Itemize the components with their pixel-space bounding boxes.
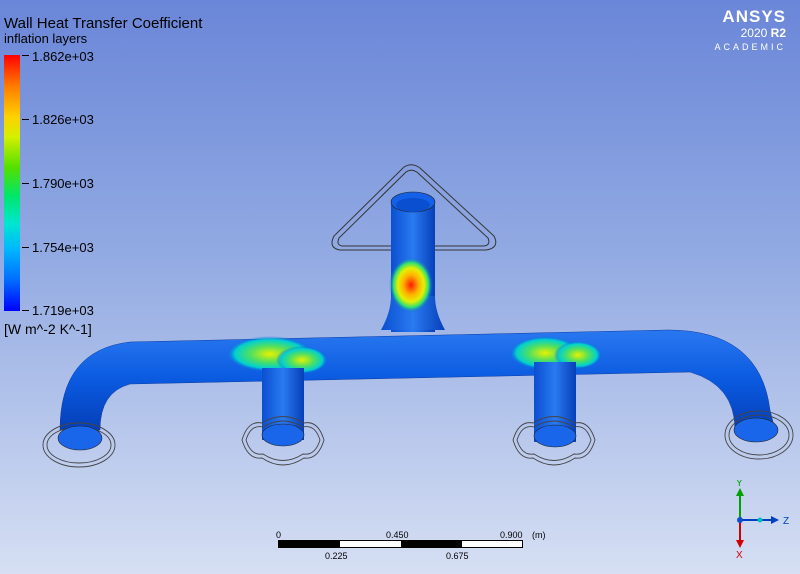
scale-label-0: 0 <box>276 530 282 540</box>
legend-value-min: 1.719e+03 <box>32 303 94 318</box>
legend-tick <box>22 119 29 120</box>
manifold-model[interactable] <box>0 0 800 574</box>
z-axis-arrow <box>771 516 779 524</box>
y-axis-arrow <box>736 488 744 496</box>
legend-tick <box>22 247 29 248</box>
logo-edition: ACADEMIC <box>714 42 786 52</box>
scale-label-three-quarter: 0.675 <box>446 551 469 561</box>
scale-label-quarter: 0.225 <box>325 551 348 561</box>
legend-tick <box>22 310 29 311</box>
scale-unit: (m) <box>532 530 546 540</box>
axis-origin <box>737 517 743 523</box>
scale-label-mid: 0.450 <box>386 530 409 540</box>
axis-indicator <box>757 517 763 523</box>
ansys-logo: ANSYS 2020 R2 ACADEMIC <box>714 8 786 53</box>
outlet-pipe <box>381 191 445 332</box>
inlet-openings <box>57 417 779 451</box>
x-axis-label: X <box>736 550 743 561</box>
logo-year: 2020 <box>740 26 768 40</box>
inlet-flanges <box>42 410 794 468</box>
legend-value: 1.826e+03 <box>32 112 94 127</box>
z-axis-label: Z <box>783 516 789 527</box>
scale-label-max: 0.900 <box>500 530 523 540</box>
legend-subtitle: inflation layers <box>4 31 88 46</box>
legend-tick <box>22 183 29 184</box>
logo-version: 2020 R2 <box>714 26 786 40</box>
scale-segment <box>401 541 462 547</box>
header-pipe <box>59 329 776 431</box>
legend-title: Wall Heat Transfer Coefficient <box>4 15 203 32</box>
legend-value: 1.790e+03 <box>32 176 94 191</box>
color-legend-bar <box>4 55 20 311</box>
scale-bar <box>278 540 523 548</box>
legend-value-max: 1.862e+03 <box>32 49 94 64</box>
legend-units: [W m^-2 K^-1] <box>4 321 92 337</box>
logo-brand: ANSYS <box>722 7 786 26</box>
x-axis-arrow <box>736 540 744 548</box>
logo-release: R2 <box>770 26 786 40</box>
legend-tick <box>22 55 29 56</box>
y-axis-label: Y <box>736 480 743 489</box>
scale-segment <box>279 541 340 547</box>
axis-triad[interactable]: Y Z X <box>705 480 800 574</box>
legend-value: 1.754e+03 <box>32 240 94 255</box>
